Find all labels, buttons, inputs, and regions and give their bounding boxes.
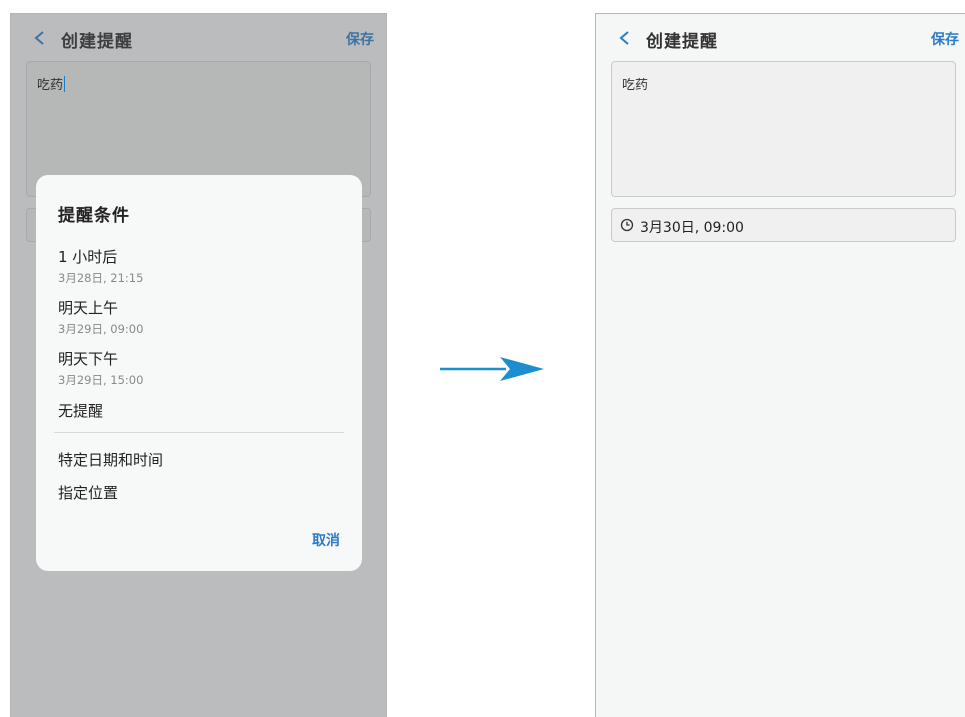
page-title: 创建提醒 (61, 32, 133, 52)
memo-text: 吃药 (622, 78, 649, 93)
option-no-reminder[interactable]: 无提醒 (58, 400, 103, 421)
clock-icon (620, 218, 634, 232)
option-specific-date-time[interactable]: 特定日期和时间 (58, 449, 163, 470)
memo-text: 吃药 (37, 76, 66, 93)
page-title: 创建提醒 (646, 32, 718, 52)
option-time: 3月29日, 15:00 (58, 373, 144, 387)
option-label: 特定日期和时间 (58, 451, 164, 469)
option-label: 1 小时后 (58, 248, 118, 266)
text-cursor (64, 76, 66, 92)
right-screen: 创建提醒 保存 吃药 3月30日, 09:00 (595, 13, 965, 717)
app-bar: 创建提醒 保存 (596, 14, 965, 60)
option-tomorrow-afternoon[interactable]: 明天下午 3月29日, 15:00 (58, 348, 143, 388)
option-time: 3月28日, 21:15 (58, 271, 144, 285)
option-label: 明天上午 (58, 299, 119, 317)
arrow-right-icon (440, 357, 544, 381)
memo-field[interactable]: 吃药 (611, 61, 956, 197)
cancel-button[interactable]: 取消 (312, 530, 340, 550)
save-button[interactable]: 保存 (346, 29, 374, 49)
reminder-condition-row[interactable]: 3月30日, 09:00 (611, 208, 956, 242)
option-label: 指定位置 (58, 484, 119, 502)
option-one-hour-later[interactable]: 1 小时后 3月28日, 21:15 (58, 246, 143, 286)
left-screen: 创建提醒 保存 吃药 提醒条件 1 小时后 3月28日, 21:15 明天上午 … (10, 13, 387, 717)
reminder-condition-dialog: 提醒条件 1 小时后 3月28日, 21:15 明天上午 3月29日, 09:0… (36, 175, 362, 571)
back-arrow-icon[interactable] (33, 30, 47, 46)
option-label: 明天下午 (58, 350, 119, 368)
option-specific-location[interactable]: 指定位置 (58, 482, 118, 503)
option-time: 3月29日, 09:00 (58, 322, 144, 336)
option-tomorrow-morning[interactable]: 明天上午 3月29日, 09:00 (58, 297, 143, 337)
back-arrow-icon[interactable] (618, 30, 632, 46)
dialog-title: 提醒条件 (58, 206, 130, 226)
save-button[interactable]: 保存 (931, 29, 959, 49)
dialog-divider (54, 432, 344, 433)
app-bar: 创建提醒 保存 (11, 14, 386, 60)
reminder-condition-text: 3月30日, 09:00 (640, 220, 744, 236)
option-label: 无提醒 (58, 402, 104, 420)
